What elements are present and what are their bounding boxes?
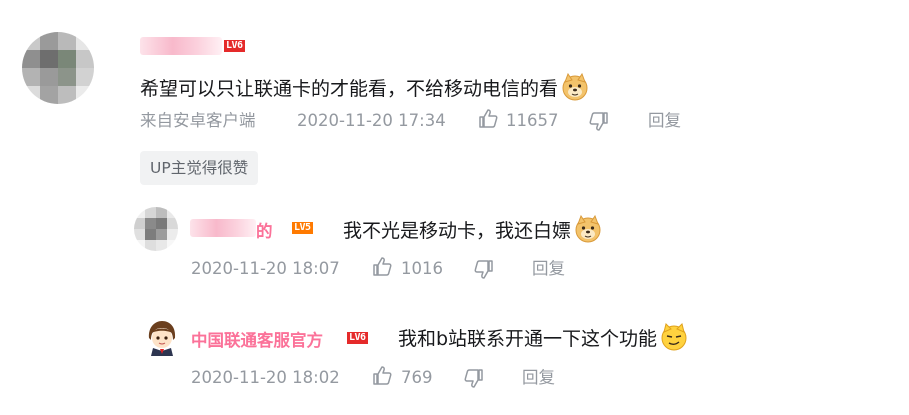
reply-username-blurred[interactable] <box>190 219 256 237</box>
like-icon[interactable] <box>371 256 393 278</box>
official-reply-text: 我和b站联系开通一下这个功能 <box>398 328 658 350</box>
dislike-icon[interactable] <box>463 367 485 389</box>
official-reply-time: 2020-11-20 18:02 <box>191 368 340 387</box>
level-badge: LV6 <box>224 40 245 52</box>
reply-button[interactable]: 回复 <box>532 258 565 280</box>
dislike-icon[interactable] <box>588 110 610 132</box>
doge-emoji-icon <box>574 214 602 249</box>
like-icon[interactable] <box>477 108 499 130</box>
dislike-icon[interactable] <box>473 258 495 280</box>
official-text-line: 我和b站联系开通一下这个功能 <box>398 323 688 357</box>
up-liked-tag: UP主觉得很赞 <box>140 151 259 185</box>
official-level-badge: LV6 <box>347 332 368 344</box>
reply-button[interactable]: 回复 <box>648 110 681 132</box>
doge-emoji-icon <box>561 72 589 107</box>
official-avatar[interactable] <box>143 318 181 358</box>
reply-like-count: 1016 <box>401 259 443 278</box>
username-blurred[interactable] <box>140 37 222 55</box>
official-username[interactable]: 中国联通客服官方 <box>191 327 323 351</box>
reply-level-badge: LV5 <box>292 222 313 234</box>
reply-text: 我不光是移动卡，我还白嫖 <box>343 220 572 242</box>
comment-text-line: 希望可以只让联通卡的才能看，不给移动电信的看 <box>140 72 589 107</box>
official-like-count: 769 <box>401 368 433 387</box>
like-icon[interactable] <box>371 365 393 387</box>
reply-button[interactable]: 回复 <box>522 367 555 389</box>
comment-source: 来自安卓客户端 <box>140 111 256 130</box>
comment-time: 2020-11-20 17:34 <box>297 111 446 130</box>
like-count: 11657 <box>506 111 559 130</box>
avatar[interactable] <box>22 32 94 104</box>
reply-time: 2020-11-20 18:07 <box>191 259 340 278</box>
reply-text-line: 我不光是移动卡，我还白嫖 <box>343 214 602 249</box>
smirk-emoji-icon <box>660 323 688 357</box>
reply-username-visible-part[interactable]: 的 <box>256 218 273 242</box>
comment-text: 希望可以只让联通卡的才能看，不给移动电信的看 <box>140 78 559 100</box>
reply-avatar[interactable] <box>134 207 178 251</box>
